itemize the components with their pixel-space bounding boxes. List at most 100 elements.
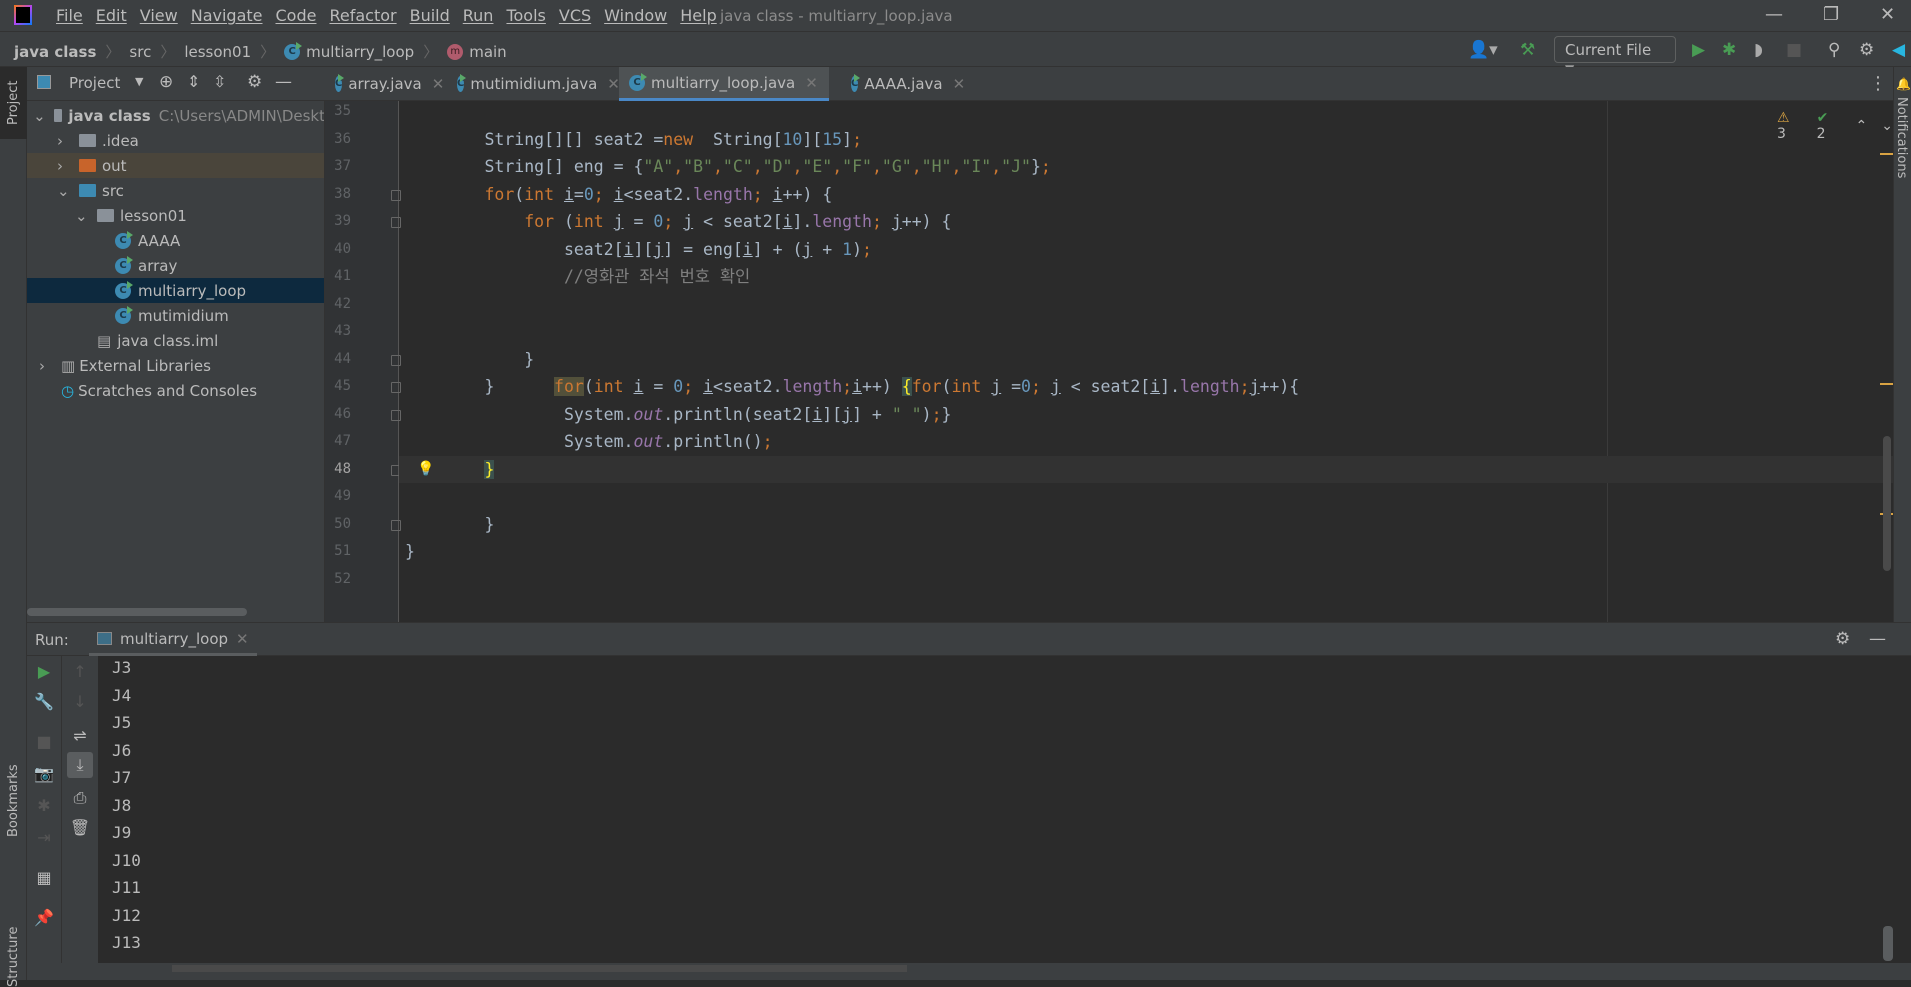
notifications-bell-icon[interactable]: 🔔 [1896,77,1911,91]
print-icon[interactable]: ⎙ [62,788,98,808]
close-tab-icon[interactable]: ✕ [953,75,966,93]
code-line[interactable]: for(int i=0; i<seat2.length; i++) { [405,181,832,209]
more-tabs-icon[interactable]: ⋮ [1869,73,1887,94]
project-horizontal-scrollbar[interactable] [27,608,247,616]
tab-aaaa-java[interactable]: C AAAA.java ✕ [841,67,965,101]
code-line[interactable]: } for(int i = 0; i<seat2.length;i++) {fo… [405,373,1299,401]
tab-multiarry_loop-java[interactable]: Cmultiarry_loop.java ✕ [619,67,829,101]
tree-item-java-class[interactable]: ⌄ java class C:\Users\ADMIN\Deskt [27,103,324,128]
code-line[interactable]: String[][] seat2 =new String[10][15]; [405,126,862,154]
tree-item-aaaa[interactable]: C AAAA [27,228,324,253]
chevron-down-icon[interactable]: ▼ [135,75,143,88]
fold-marker-icon[interactable] [391,409,401,421]
minimize-button[interactable]: — [1765,4,1783,25]
run-configuration-dropdown[interactable]: Current File ▼ [1554,36,1676,76]
tree-item-scratches-and-consoles[interactable]: ◷ Scratches and Consoles [27,378,324,403]
tree-item-multiarry_loop[interactable]: Cmultiarry_loop [27,278,324,303]
restore-button[interactable]: ❐ [1823,4,1839,25]
pin-icon[interactable]: 📌 [27,908,61,927]
menu-refactor[interactable]: Refactor [329,6,396,25]
scroll-to-end-icon[interactable]: ⤓ [67,752,93,778]
code-line[interactable]: System.out.println(); [405,428,773,456]
close-tab-icon[interactable]: ✕ [805,74,818,92]
fold-marker-icon[interactable] [391,519,401,531]
breadcrumb-package[interactable]: lesson01 [184,43,251,61]
menu-tools[interactable]: Tools [506,6,545,25]
tree-item-src[interactable]: ⌄ src [27,178,324,203]
tree-item-java-class-iml[interactable]: ▤ java class.iml [27,328,324,353]
locate-file-icon[interactable]: ⊕ [159,72,173,92]
editor-scrollbar[interactable] [1883,436,1891,571]
chevron-down-icon[interactable]: ⌄ [33,107,46,125]
dump-threads-camera-icon[interactable]: 📷 [27,764,61,783]
close-tab-icon[interactable]: ✕ [432,75,445,93]
settings-gear-icon[interactable]: ⚙ [1859,40,1874,60]
code-line[interactable]: //영화관 좌석 번호 확인 [405,263,750,291]
down-arrow-icon[interactable]: ↓ [62,692,98,711]
chevron-right-icon[interactable]: › [57,157,71,175]
code-line[interactable]: seat2[i][j] = eng[i] + (j + 1); [405,236,872,264]
gear-icon[interactable]: ⚙ [1835,629,1850,649]
code-line[interactable]: for (int j = 0; j < seat2[i].length; j++… [405,208,951,236]
tab-mutimidium-java[interactable]: Cmutimidium.java ✕ [447,67,620,101]
close-tab-icon[interactable]: ✕ [236,630,249,648]
menu-navigate[interactable]: Navigate [191,6,263,25]
chevron-down-icon[interactable]: ⌄ [75,207,89,225]
user-account-icon[interactable]: 👤▾ [1468,40,1498,60]
next-highlight-icon[interactable]: ⌄ [1881,118,1893,134]
close-tab-icon[interactable]: ✕ [607,75,620,93]
code-line[interactable]: } [405,538,415,566]
console-scrollbar[interactable] [1883,926,1893,961]
console-horizontal-scrollbar[interactable] [172,965,907,972]
exit-icon[interactable]: ⇥ [27,828,61,847]
notifications-tool-button[interactable]: Notifications [1894,97,1909,178]
debug-bug-icon[interactable]: ✱ [27,796,61,815]
rerun-icon[interactable]: ▶ [27,662,61,681]
collapse-all-icon[interactable]: ⇳ [213,72,226,91]
tree-item-mutimidium[interactable]: Cmutimidium [27,303,324,328]
tree-item-external-libraries[interactable]: › ▥ External Libraries [27,353,324,378]
menu-window[interactable]: Window [604,6,667,25]
clear-trash-icon[interactable]: 🗑 [62,818,98,837]
menu-vcs[interactable]: VCS [559,6,591,25]
run-icon[interactable]: ▶ [1692,40,1705,60]
coverage-icon[interactable]: ◗ [1754,40,1763,60]
menu-help[interactable]: Help [680,6,716,25]
close-window-button[interactable]: ✕ [1880,4,1895,25]
expand-all-icon[interactable]: ⇕ [187,72,200,91]
warnings-indicator[interactable]: ⚠ 3 [1777,110,1803,142]
intention-bulb-icon[interactable]: 💡 [417,461,434,477]
error-stripe-mark[interactable] [1880,383,1893,385]
tree-item--idea[interactable]: › .idea [27,128,324,153]
build-hammer-icon[interactable]: ⚒ [1520,40,1535,60]
menu-file[interactable]: File [56,6,83,25]
weak-warnings-indicator[interactable]: ✔ 2 [1817,110,1842,142]
code-line[interactable]: String[] eng = {"A","B","C","D","E","F",… [405,153,1050,181]
breadcrumb-class[interactable]: multiarry_loop [306,43,414,61]
fold-marker-icon[interactable] [391,354,401,366]
previous-highlight-icon[interactable]: ⌃ [1856,118,1868,134]
project-view-selector[interactable]: Project [69,74,120,92]
menu-build[interactable]: Build [410,6,450,25]
chevron-right-icon[interactable]: › [39,357,53,375]
gear-icon[interactable]: ⚙ [247,72,262,92]
chevron-right-icon[interactable]: › [57,132,71,150]
console-output[interactable]: J3J4J5J6J7J8J9J10J11J12J13J14 [98,656,1911,963]
debug-icon[interactable]: ✱ [1722,40,1736,60]
menu-code[interactable]: Code [276,6,317,25]
tree-item-out[interactable]: › out [27,153,324,178]
breadcrumb-method[interactable]: main [469,43,506,61]
stop-icon[interactable]: ■ [1786,40,1802,60]
tree-item-array[interactable]: Carray [27,253,324,278]
menu-run[interactable]: Run [463,6,494,25]
hide-panel-icon[interactable]: — [1869,629,1886,649]
hide-panel-icon[interactable]: — [275,72,292,92]
code-editor[interactable]: 35 36 37 38 39 40 41 42 43 44 45 46 47 48 49 50 51 52 Str… [325,101,1893,622]
fold-marker-icon[interactable] [391,217,401,228]
chevron-down-icon[interactable]: ⌄ [57,182,71,200]
project-tool-button[interactable]: Project [0,67,27,139]
fold-marker-icon[interactable] [391,189,401,201]
breadcrumb-project[interactable]: java class [14,43,96,61]
breadcrumb-src[interactable]: src [129,43,151,61]
up-arrow-icon[interactable]: ↑ [62,662,98,681]
